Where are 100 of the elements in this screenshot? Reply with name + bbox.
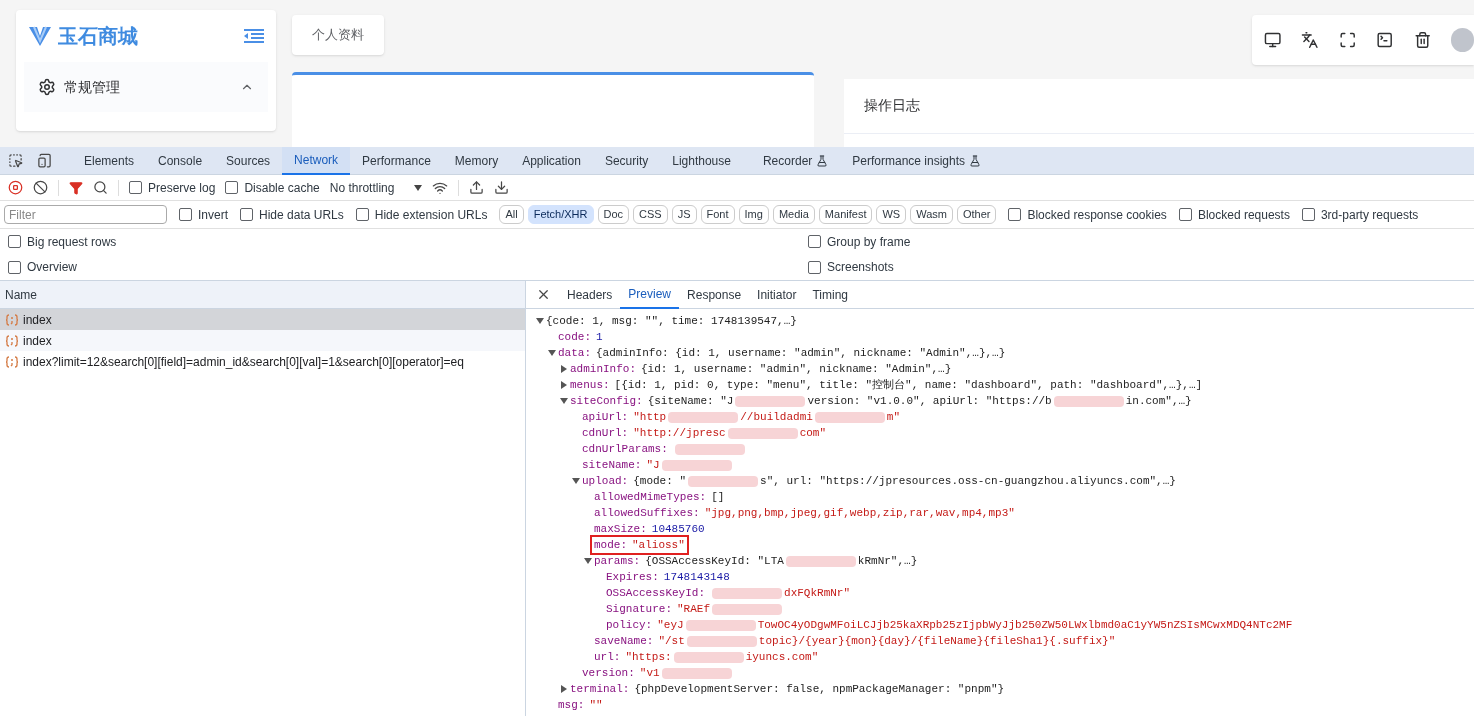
json-key: upload:: [582, 472, 629, 490]
json-value: {OSSAccessKeyId: "LTA: [645, 553, 784, 569]
stop-recording-icon[interactable]: [8, 180, 23, 195]
expanded-triangle-icon[interactable]: [584, 558, 592, 564]
request-row[interactable]: index: [0, 309, 525, 330]
detail-tab[interactable]: Timing: [804, 281, 856, 309]
checkbox-label: Blocked requests: [1197, 206, 1290, 223]
redaction-smear: [1053, 395, 1124, 407]
json-value: "v1: [639, 665, 660, 681]
json-key: code:: [558, 328, 591, 346]
clear-icon[interactable]: [33, 180, 48, 195]
checkbox[interactable]: [240, 208, 253, 221]
redaction-smear: [785, 555, 856, 567]
upload-icon[interactable]: [469, 180, 485, 195]
checkbox[interactable]: [179, 208, 192, 221]
detail-tab[interactable]: Response: [679, 281, 750, 309]
json-key: allowedMimeTypes:: [594, 488, 707, 506]
type-filter-chip[interactable]: Wasm: [910, 205, 953, 224]
inspect-icon[interactable]: [8, 153, 23, 168]
json-value: {code: 1, msg: "", time: 1748139547,…}: [546, 313, 797, 329]
monitor-icon[interactable]: [1264, 31, 1282, 49]
json-value: m": [886, 409, 901, 425]
filter-icon[interactable]: [69, 180, 83, 195]
panel-tab[interactable]: Recorder: [750, 146, 841, 175]
menu-fold-icon[interactable]: [244, 28, 264, 44]
checkbox-label: Screenshots: [827, 259, 894, 276]
type-filter-chip[interactable]: JS: [671, 205, 697, 224]
terminal-icon[interactable]: [1376, 31, 1394, 49]
type-filter-chip[interactable]: Img: [738, 205, 769, 224]
panel-tab[interactable]: Elements: [72, 146, 147, 175]
redaction-smear: [661, 667, 732, 679]
checkbox[interactable]: [8, 260, 21, 274]
checkbox[interactable]: [808, 260, 821, 274]
checkbox-label: Blocked response cookies: [1027, 206, 1167, 223]
checkbox[interactable]: [225, 181, 239, 194]
translate-icon[interactable]: [1301, 31, 1319, 49]
json-value: "eyJ: [657, 617, 684, 633]
fullscreen-icon[interactable]: [1338, 31, 1357, 49]
filter-field[interactable]: Filter: [4, 205, 167, 224]
detail-tab[interactable]: Headers: [559, 281, 621, 309]
panel-tab[interactable]: Network: [282, 146, 351, 175]
expanded-triangle-icon[interactable]: [548, 350, 556, 356]
expanded-triangle-icon[interactable]: [536, 318, 544, 324]
trash-icon[interactable]: [1413, 31, 1431, 49]
type-filter-chip[interactable]: Fetch/XHR: [527, 205, 594, 224]
json-value: {siteName: "J: [647, 393, 734, 409]
panel-tab[interactable]: Performance insights: [840, 146, 994, 175]
panel-tab[interactable]: Lighthouse: [660, 146, 743, 175]
collapsed-triangle-icon[interactable]: [561, 685, 567, 693]
request-row[interactable]: index: [0, 330, 525, 351]
sidebar-menu-item[interactable]: 常规管理: [24, 62, 268, 112]
type-filter-chip[interactable]: CSS: [633, 205, 668, 224]
detail-tab[interactable]: Preview: [620, 281, 680, 309]
panel-tab[interactable]: Performance: [350, 146, 443, 175]
type-filter-chip[interactable]: Other: [956, 205, 997, 224]
type-filter-chip[interactable]: Doc: [597, 205, 630, 224]
device-toggle-icon[interactable]: [37, 153, 52, 168]
checkbox[interactable]: [1178, 208, 1192, 221]
page-tab[interactable]: 个人资料: [292, 15, 384, 55]
redaction-smear: [712, 587, 783, 599]
json-value: 10485760: [651, 521, 705, 537]
panel-tab[interactable]: Console: [146, 146, 215, 175]
close-icon[interactable]: [536, 287, 551, 302]
type-filter-chip[interactable]: Manifest: [818, 205, 873, 224]
expanded-triangle-icon[interactable]: [572, 478, 580, 484]
download-icon[interactable]: [494, 180, 510, 195]
json-key: version:: [582, 664, 635, 682]
json-key: adminInfo:: [570, 360, 636, 378]
checkbox[interactable]: [1301, 208, 1315, 221]
dropdown-caret-icon: [414, 184, 423, 191]
json-value: iyuncs.com": [745, 649, 819, 665]
checkbox[interactable]: [808, 235, 821, 249]
panel-tab[interactable]: Memory: [442, 146, 511, 175]
search-icon[interactable]: [93, 180, 108, 195]
expanded-triangle-icon[interactable]: [560, 398, 568, 404]
panel-tab[interactable]: Application: [510, 146, 593, 175]
panel-tab[interactable]: Sources: [214, 146, 283, 175]
json-value: "http://jpresc: [633, 425, 726, 441]
checkbox-label: Disable cache: [244, 179, 320, 196]
checkbox[interactable]: [1008, 208, 1022, 221]
json-key: terminal:: [570, 680, 630, 698]
type-filter-chip[interactable]: WS: [876, 205, 907, 224]
json-value: "alioss": [632, 537, 685, 553]
collapsed-triangle-icon[interactable]: [561, 365, 567, 373]
throttling-dropdown[interactable]: No throttling: [329, 178, 423, 197]
panel-tab[interactable]: Security: [592, 146, 661, 175]
menu-label: 常规管理: [64, 77, 120, 97]
checkbox[interactable]: [355, 208, 369, 221]
detail-tab[interactable]: Initiator: [749, 281, 805, 309]
type-filter-chip[interactable]: Media: [772, 205, 815, 224]
checkbox[interactable]: [8, 235, 21, 249]
json-key: msg:: [558, 696, 585, 714]
checkbox[interactable]: [129, 181, 142, 194]
json-value: 1748143148: [663, 569, 730, 585]
collapsed-triangle-icon[interactable]: [561, 381, 567, 389]
type-filter-chip[interactable]: Font: [700, 205, 735, 224]
redaction-smear: [727, 427, 798, 439]
checkbox-label: Overview: [27, 259, 77, 276]
type-filter-chip[interactable]: All: [499, 205, 524, 224]
json-key: params:: [594, 552, 641, 570]
